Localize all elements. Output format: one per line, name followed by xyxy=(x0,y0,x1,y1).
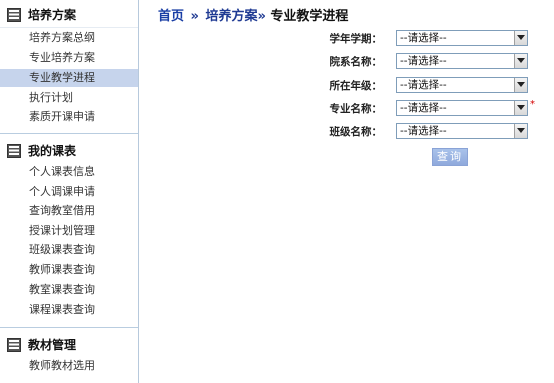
sidebar-item-personal-reschedule[interactable]: 个人调课申请 xyxy=(0,183,138,201)
chevron-down-icon[interactable] xyxy=(514,78,527,92)
select-value: --请选择-- xyxy=(400,32,447,44)
select-value: --请选择-- xyxy=(400,55,447,67)
sidebar-item-major-training-plan[interactable]: 专业培养方案 xyxy=(0,49,138,67)
department-select[interactable]: --请选择-- xyxy=(396,53,528,69)
sidebar-item-teaching-plan-mgmt[interactable]: 授课计划管理 xyxy=(0,222,138,240)
major-select[interactable]: --请选择-- xyxy=(396,100,528,116)
divider xyxy=(0,133,138,134)
field-label: 班级名称： xyxy=(329,126,383,138)
form-row-class: 班级名称： --请选择-- xyxy=(330,123,540,141)
field-label: 学年学期： xyxy=(329,33,383,45)
sidebar-item-course-schedule[interactable]: 课程课表查询 xyxy=(0,301,138,319)
field-label: 院系名称： xyxy=(329,56,383,68)
section-title: 我的课表 xyxy=(28,144,77,158)
select-value: --请选择-- xyxy=(400,79,447,91)
sidebar-section-training-plan[interactable]: 培养方案 xyxy=(0,4,138,26)
field-label: 专业名称： xyxy=(329,103,383,115)
form-row-major: 专业名称： --请选择-- * xyxy=(330,99,540,118)
grade-select[interactable]: --请选择-- xyxy=(396,77,528,93)
chevron-down-icon[interactable] xyxy=(514,54,527,68)
breadcrumb-current: 专业教学进程 xyxy=(270,9,349,24)
select-value: --请选择-- xyxy=(400,102,447,114)
sidebar-item-teacher-schedule[interactable]: 教师课表查询 xyxy=(0,261,138,279)
chevron-down-icon[interactable] xyxy=(514,101,527,115)
sidebar-item-training-plan-outline[interactable]: 培养方案总纲 xyxy=(0,29,138,47)
sidebar-item-execution-plan[interactable]: 执行计划 xyxy=(0,89,138,107)
form-row-term: 学年学期： --请选择-- xyxy=(330,30,540,48)
menu-list-icon xyxy=(7,8,21,22)
sidebar-item-quality-course-application[interactable]: 素质开课申请 xyxy=(0,108,138,126)
breadcrumb: 首页 » 培养方案» 专业教学进程 xyxy=(158,8,348,26)
sidebar-item-personal-schedule[interactable]: 个人课表信息 xyxy=(0,163,138,181)
select-value: --请选择-- xyxy=(400,125,447,137)
section-title: 教材管理 xyxy=(28,338,77,352)
app-root: 培养方案 培养方案总纲 专业培养方案 专业教学进程 执行计划 素质开课申请 我的… xyxy=(0,0,554,383)
sidebar-item-class-schedule[interactable]: 班级课表查询 xyxy=(0,241,138,259)
sidebar: 培养方案 培养方案总纲 专业培养方案 专业教学进程 执行计划 素质开课申请 我的… xyxy=(0,0,139,383)
chevron-down-icon[interactable] xyxy=(514,124,527,138)
sidebar-section-my-schedule[interactable]: 我的课表 xyxy=(0,140,138,162)
form-row-grade: 所在年级： --请选择-- xyxy=(330,77,540,95)
field-label: 所在年级： xyxy=(329,80,383,92)
sidebar-item-teacher-textbook[interactable]: 教师教材选用 xyxy=(0,357,138,375)
sidebar-item-classroom-borrow[interactable]: 查询教室借用 xyxy=(0,202,138,220)
menu-list-icon xyxy=(7,338,21,352)
breadcrumb-separator: » xyxy=(190,9,199,24)
menu-list-icon xyxy=(7,144,21,158)
breadcrumb-section[interactable]: 培养方案» xyxy=(205,9,265,24)
class-select[interactable]: --请选择-- xyxy=(396,123,528,139)
section-title: 培养方案 xyxy=(28,8,77,22)
sidebar-item-major-teaching-progress[interactable]: 专业教学进程 xyxy=(0,69,138,87)
divider xyxy=(0,327,138,328)
breadcrumb-home-link[interactable]: 首页 xyxy=(158,9,184,24)
form-row-department: 院系名称： --请选择-- xyxy=(330,53,540,71)
query-button[interactable]: 查询 xyxy=(432,148,468,166)
divider xyxy=(0,27,138,28)
sidebar-item-classroom-schedule[interactable]: 教室课表查询 xyxy=(0,281,138,299)
chevron-down-icon[interactable] xyxy=(514,31,527,45)
sidebar-section-textbook-mgmt[interactable]: 教材管理 xyxy=(0,334,138,356)
required-marker: * xyxy=(530,99,535,110)
term-select[interactable]: --请选择-- xyxy=(396,30,528,46)
